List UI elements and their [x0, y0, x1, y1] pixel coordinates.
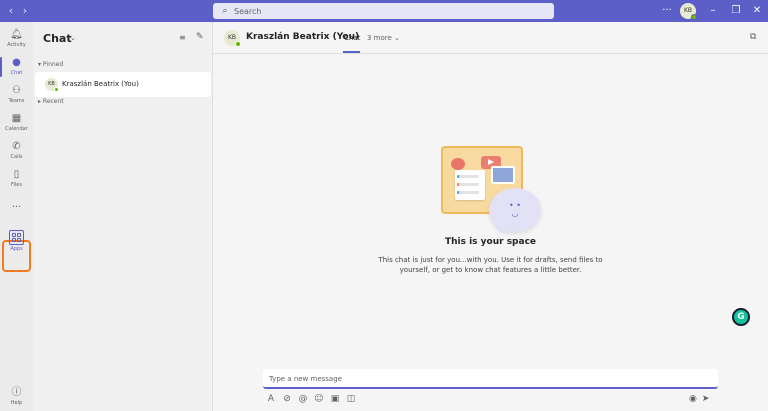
avatar[interactable]: KB [680, 3, 697, 20]
presence-indicator [54, 87, 59, 92]
rail-label: Teams [8, 98, 25, 104]
rail-more[interactable]: ... [0, 196, 33, 210]
chevron-down-icon: ⌄ [394, 34, 400, 42]
chevron-left-icon[interactable]: ‹ [4, 4, 18, 18]
section-label: Recent [42, 98, 64, 105]
minimize-icon[interactable]: – [706, 4, 720, 18]
search-icon: ⌕ [222, 6, 228, 16]
avatar: KB [45, 78, 59, 92]
send-area: ◉ ➤ [689, 392, 709, 406]
section-label: Pinned [42, 61, 64, 68]
message-input[interactable]: Type a new message [263, 369, 718, 389]
video-clip-icon[interactable]: ◉ [689, 392, 697, 406]
rail-item-files[interactable]: ▯ Files [0, 166, 33, 192]
rail-item-chat[interactable]: ● Chat [0, 54, 33, 80]
tab-more-label: 3 more [367, 34, 392, 42]
chat-list-pane: Chat ⌄ ≡ ✎ ▾ Pinned KB Kraszlán Beatrix … [33, 22, 213, 411]
presence-indicator [235, 41, 241, 47]
apps-icon [9, 230, 24, 245]
restore-icon[interactable]: ❐ [729, 4, 743, 18]
rail-item-calls[interactable]: ✆ Calls [0, 138, 33, 164]
grammarly-icon[interactable]: G [732, 308, 750, 326]
new-chat-icon[interactable]: ✎ [196, 32, 204, 42]
list-item[interactable]: KB Kraszlán Beatrix (You) [35, 72, 211, 97]
composer-toolbar: A ⊘ @ ☺ ▣ ◫ [266, 392, 356, 406]
empty-state-illustration: • • ◡ [439, 144, 544, 232]
calendar-icon: ▦ [11, 113, 22, 124]
checklist-icon [455, 170, 485, 200]
app-rail: 🔔︎ Activity ● Chat ⚇ Teams ▦ Calendar ✆ … [0, 22, 33, 411]
rail-label: Help [10, 400, 23, 406]
filter-icon[interactable]: ≡ [179, 33, 186, 42]
attach-icon[interactable]: ⊘ [282, 392, 292, 406]
format-icon[interactable]: A [266, 392, 276, 406]
teams-icon: ⚇ [12, 85, 21, 96]
chat-header: KB Kraszlán Beatrix (You) Chat 3 more ⌄ … [213, 22, 768, 54]
chevron-right-icon[interactable]: › [18, 4, 32, 18]
tab-more[interactable]: 3 more ⌄ [367, 34, 400, 42]
empty-state-title: This is your space [444, 237, 537, 247]
message-placeholder: Type a new message [269, 375, 342, 383]
empty-state-description: This chat is just for you...with you. Us… [378, 256, 603, 274]
ellipsis-icon: ... [11, 199, 22, 210]
heart-icon [451, 158, 465, 170]
bell-icon: 🔔︎ [10, 29, 23, 40]
section-pinned[interactable]: ▾ Pinned [38, 61, 63, 68]
teams-window: ‹ › ⌕ Search ··· KB – ❐ ✕ 🔔︎ Activity ● … [0, 0, 768, 411]
rail-item-apps[interactable]: Apps [0, 222, 33, 252]
rail-item-teams[interactable]: ⚇ Teams [0, 82, 33, 108]
chat-name: Kraszlán Beatrix (You) [62, 80, 139, 88]
chat-main: KB Kraszlán Beatrix (You) Chat 3 more ⌄ … [213, 22, 768, 411]
phone-icon: ✆ [12, 141, 21, 152]
rail-label: Apps [10, 246, 23, 252]
tab-chat[interactable]: Chat [344, 34, 360, 42]
section-recent[interactable]: ▸ Recent [38, 98, 64, 105]
chat-list-title[interactable]: Chat [43, 32, 72, 45]
rail-label: Calendar [5, 126, 28, 132]
chat-title: Kraszlán Beatrix (You) [246, 32, 360, 42]
chat-icon: ● [12, 57, 21, 68]
help-icon: ⓘ [11, 387, 22, 398]
speech-bubble-icon: • • ◡ [489, 188, 541, 232]
close-icon[interactable]: ✕ [750, 4, 764, 18]
ellipsis-icon[interactable]: ··· [660, 4, 674, 18]
search-input[interactable]: ⌕ Search [213, 3, 554, 19]
rail-label: Activity [7, 42, 26, 48]
rail-item-help[interactable]: ⓘ Help [0, 384, 33, 410]
active-tab-indicator [343, 51, 360, 53]
pop-out-icon[interactable]: ⧉ [750, 32, 756, 42]
presence-indicator [691, 14, 697, 20]
image-icon [491, 166, 515, 184]
rail-item-calendar[interactable]: ▦ Calendar [0, 110, 33, 136]
send-icon[interactable]: ➤ [702, 392, 710, 406]
rail-label: Chat [10, 70, 23, 76]
rail-item-activity[interactable]: 🔔︎ Activity [0, 26, 33, 52]
smile-face-icon: • • ◡ [509, 201, 521, 218]
avatar-initials: KB [227, 34, 237, 41]
loop-icon[interactable]: @ [298, 392, 308, 406]
chevron-down-icon[interactable]: ⌄ [70, 34, 76, 42]
avatar-initials: KB [683, 7, 693, 14]
title-bar: ‹ › ⌕ Search ··· KB – ❐ ✕ [0, 0, 768, 22]
avatar-initials: KB [48, 81, 55, 87]
avatar[interactable]: KB [224, 30, 241, 47]
emoji-icon[interactable]: ☺ [314, 392, 324, 406]
file-icon: ▯ [13, 169, 20, 180]
rail-label: Files [11, 182, 22, 188]
rail-label: Calls [10, 154, 23, 160]
gif-icon[interactable]: ▣ [330, 392, 340, 406]
search-placeholder: Search [234, 6, 262, 16]
sticker-icon[interactable]: ◫ [346, 392, 356, 406]
